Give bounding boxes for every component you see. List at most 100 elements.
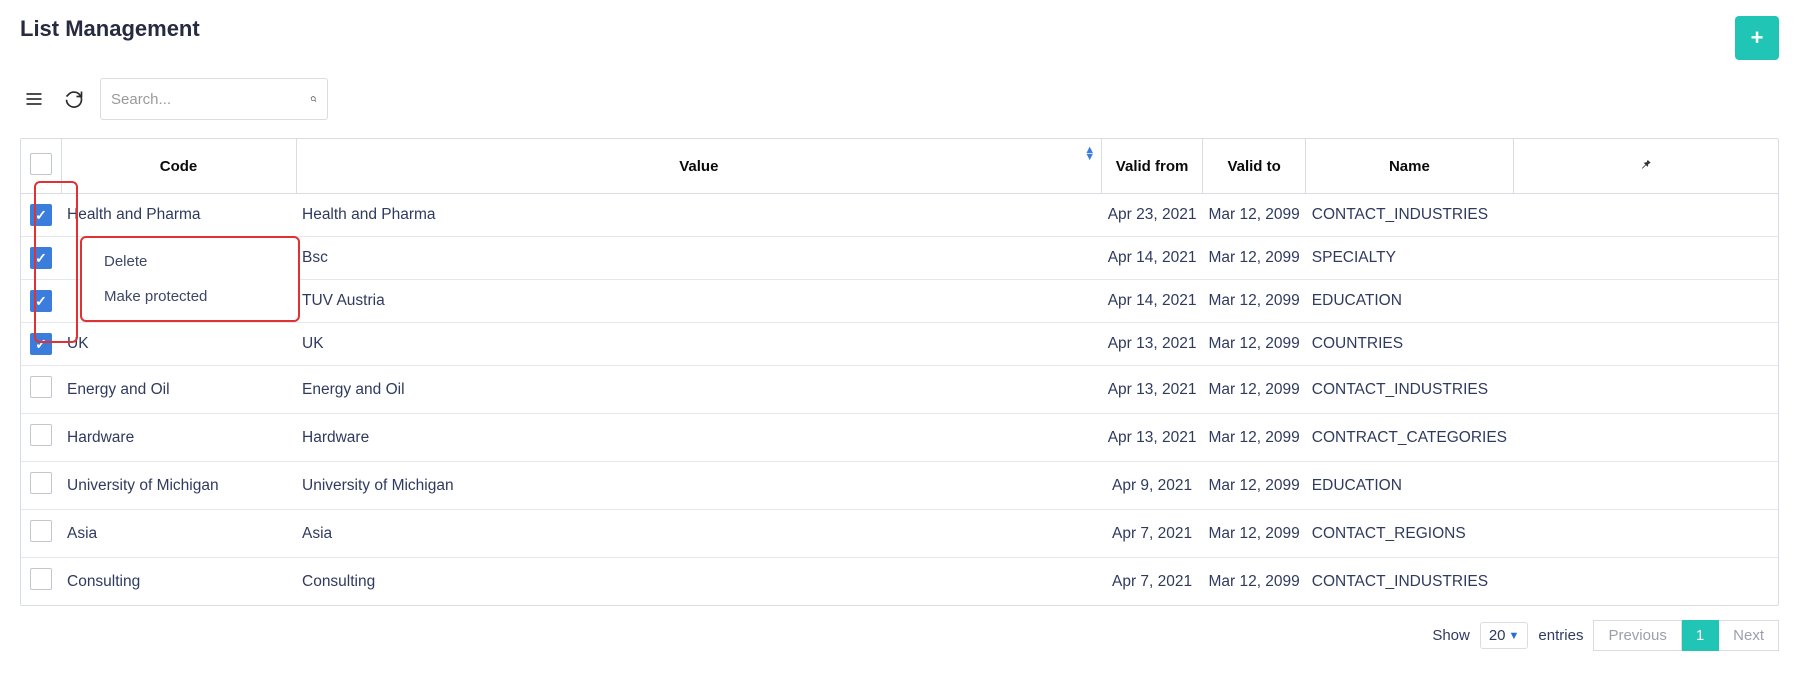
next-page-button[interactable]: Next <box>1719 620 1779 651</box>
context-menu: Delete Make protected <box>80 236 300 322</box>
cell-pin <box>1513 280 1778 323</box>
column-header-name[interactable]: Name <box>1306 139 1513 194</box>
cell-valid-to: Mar 12, 2099 <box>1202 194 1305 237</box>
column-header-select <box>21 139 61 194</box>
cell-code: Energy and Oil <box>61 366 296 414</box>
cell-valid-from: Apr 13, 2021 <box>1102 414 1203 462</box>
cell-pin <box>1513 194 1778 237</box>
cell-name: SPECIALTY <box>1306 237 1513 280</box>
cell-code: University of Michigan <box>61 462 296 510</box>
cell-pin <box>1513 323 1778 366</box>
cell-value: Energy and Oil <box>296 366 1102 414</box>
cell-code: Consulting <box>61 558 296 606</box>
cell-valid-to: Mar 12, 2099 <box>1202 558 1305 606</box>
row-checkbox[interactable] <box>30 247 52 269</box>
cell-valid-from: Apr 23, 2021 <box>1102 194 1203 237</box>
list-table: Code Value ▲▼ Valid from Valid to Name H… <box>21 139 1778 605</box>
cell-value: University of Michigan <box>296 462 1102 510</box>
cell-valid-to: Mar 12, 2099 <box>1202 366 1305 414</box>
row-checkbox[interactable] <box>30 520 52 542</box>
menu-button[interactable] <box>20 85 48 113</box>
cell-name: CONTACT_INDUSTRIES <box>1306 194 1513 237</box>
cell-value: Asia <box>296 510 1102 558</box>
cell-value: Health and Pharma <box>296 194 1102 237</box>
page-number-button[interactable]: 1 <box>1682 620 1719 651</box>
previous-page-button[interactable]: Previous <box>1593 620 1681 651</box>
row-checkbox[interactable] <box>30 333 52 355</box>
select-all-checkbox[interactable] <box>30 153 52 175</box>
pagination: Previous 1 Next <box>1593 620 1779 651</box>
table-row[interactable]: HardwareHardwareApr 13, 2021Mar 12, 2099… <box>21 414 1778 462</box>
column-header-pin[interactable] <box>1513 139 1778 194</box>
context-menu-make-protected[interactable]: Make protected <box>82 279 298 314</box>
cell-valid-from: Apr 7, 2021 <box>1102 558 1203 606</box>
hamburger-icon <box>24 89 44 109</box>
cell-value: TUV Austria <box>296 280 1102 323</box>
cell-valid-to: Mar 12, 2099 <box>1202 510 1305 558</box>
column-header-code[interactable]: Code <box>61 139 296 194</box>
row-checkbox[interactable] <box>30 568 52 590</box>
table-row[interactable]: Health and PharmaHealth and PharmaApr 23… <box>21 194 1778 237</box>
column-header-valid-from[interactable]: Valid from <box>1102 139 1203 194</box>
cell-pin <box>1513 462 1778 510</box>
pin-icon <box>1639 156 1653 172</box>
cell-valid-from: Apr 13, 2021 <box>1102 323 1203 366</box>
cell-valid-to: Mar 12, 2099 <box>1202 414 1305 462</box>
cell-code: UK <box>61 323 296 366</box>
page-title: List Management <box>20 16 200 42</box>
refresh-icon <box>64 89 84 109</box>
cell-value: Bsc <box>296 237 1102 280</box>
show-label: Show <box>1432 627 1470 644</box>
cell-name: CONTACT_INDUSTRIES <box>1306 366 1513 414</box>
table-row[interactable]: AsiaAsiaApr 7, 2021Mar 12, 2099CONTACT_R… <box>21 510 1778 558</box>
column-header-value[interactable]: Value ▲▼ <box>296 139 1102 194</box>
cell-valid-to: Mar 12, 2099 <box>1202 280 1305 323</box>
cell-pin <box>1513 558 1778 606</box>
row-checkbox[interactable] <box>30 290 52 312</box>
column-header-valid-to[interactable]: Valid to <box>1202 139 1305 194</box>
search-input[interactable] <box>111 91 310 108</box>
cell-name: CONTACT_REGIONS <box>1306 510 1513 558</box>
search-container <box>100 78 328 120</box>
chevron-down-icon: ▼ <box>1509 630 1520 642</box>
row-checkbox[interactable] <box>30 204 52 226</box>
cell-code: Hardware <box>61 414 296 462</box>
cell-valid-from: Apr 14, 2021 <box>1102 280 1203 323</box>
cell-name: EDUCATION <box>1306 462 1513 510</box>
table-row[interactable]: University of MichiganUniversity of Mich… <box>21 462 1778 510</box>
cell-name: COUNTRIES <box>1306 323 1513 366</box>
cell-code: Asia <box>61 510 296 558</box>
cell-name: EDUCATION <box>1306 280 1513 323</box>
plus-icon: + <box>1751 25 1764 51</box>
cell-pin <box>1513 237 1778 280</box>
cell-value: Hardware <box>296 414 1102 462</box>
sort-icon: ▲▼ <box>1084 147 1095 161</box>
cell-valid-to: Mar 12, 2099 <box>1202 237 1305 280</box>
search-icon <box>310 90 317 108</box>
row-checkbox[interactable] <box>30 472 52 494</box>
cell-name: CONTRACT_CATEGORIES <box>1306 414 1513 462</box>
table-row[interactable]: Energy and OilEnergy and OilApr 13, 2021… <box>21 366 1778 414</box>
cell-pin <box>1513 414 1778 462</box>
cell-valid-from: Apr 9, 2021 <box>1102 462 1203 510</box>
cell-valid-from: Apr 14, 2021 <box>1102 237 1203 280</box>
refresh-button[interactable] <box>60 85 88 113</box>
cell-valid-to: Mar 12, 2099 <box>1202 462 1305 510</box>
context-menu-delete[interactable]: Delete <box>82 244 298 279</box>
cell-pin <box>1513 510 1778 558</box>
cell-value: UK <box>296 323 1102 366</box>
cell-code: Health and Pharma <box>61 194 296 237</box>
cell-valid-from: Apr 7, 2021 <box>1102 510 1203 558</box>
entries-label: entries <box>1538 627 1583 644</box>
row-checkbox[interactable] <box>30 376 52 398</box>
cell-valid-to: Mar 12, 2099 <box>1202 323 1305 366</box>
page-size-value: 20 <box>1489 627 1506 644</box>
table-row[interactable]: UKUKApr 13, 2021Mar 12, 2099COUNTRIES <box>21 323 1778 366</box>
cell-valid-from: Apr 13, 2021 <box>1102 366 1203 414</box>
cell-value: Consulting <box>296 558 1102 606</box>
add-button[interactable]: + <box>1735 16 1779 60</box>
table-row[interactable]: ConsultingConsultingApr 7, 2021Mar 12, 2… <box>21 558 1778 606</box>
page-size-select[interactable]: 20 ▼ <box>1480 622 1529 649</box>
row-checkbox[interactable] <box>30 424 52 446</box>
cell-name: CONTACT_INDUSTRIES <box>1306 558 1513 606</box>
